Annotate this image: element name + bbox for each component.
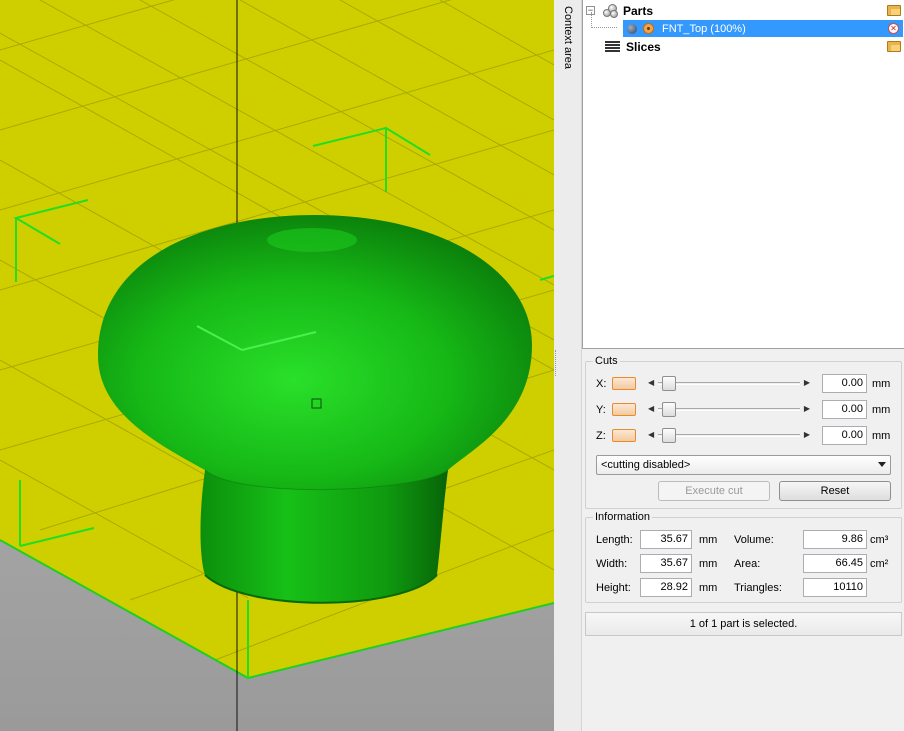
chevron-down-icon — [878, 462, 886, 467]
width-unit: mm — [699, 558, 718, 570]
slider-thumb[interactable] — [662, 428, 676, 443]
volume-unit: cm³ — [870, 534, 889, 546]
slider-thumb[interactable] — [662, 376, 676, 391]
length-unit: mm — [699, 534, 718, 546]
triangles-label: Triangles: — [734, 582, 782, 594]
open-folder-icon[interactable] — [887, 41, 901, 52]
slider-right-arrow-icon[interactable]: ▶ — [804, 430, 810, 439]
cut-z-value-field[interactable]: 0.00 — [822, 426, 867, 445]
slider-left-arrow-icon[interactable]: ◀ — [648, 378, 654, 387]
cut-z-unit: mm — [872, 430, 891, 442]
tree-connector — [591, 12, 592, 26]
tree-item-parts[interactable]: − Parts — [586, 2, 904, 19]
cut-y-toggle[interactable] — [612, 403, 636, 416]
cut-y-unit: mm — [872, 404, 891, 416]
length-field: 35.67 — [640, 530, 692, 549]
cut-x-label: X: — [596, 378, 607, 390]
cut-y-value-field[interactable]: 0.00 — [822, 400, 867, 419]
volume-label: Volume: — [734, 534, 774, 546]
width-field: 35.67 — [640, 554, 692, 573]
length-label: Length: — [596, 534, 633, 546]
resize-grip-icon[interactable] — [555, 350, 558, 376]
slider-right-arrow-icon[interactable]: ▶ — [804, 378, 810, 387]
width-label: Width: — [596, 558, 628, 570]
volume-field: 9.86 — [803, 530, 867, 549]
cut-z-slider[interactable]: ◀ ▶ — [646, 428, 812, 443]
tree-connector — [591, 27, 617, 28]
cut-mode-selected: <cutting disabled> — [601, 459, 691, 471]
height-unit: mm — [699, 582, 718, 594]
tree-item-parts-label: Parts — [623, 3, 654, 18]
height-label: Height: — [596, 582, 631, 594]
cut-x-slider[interactable]: ◀ ▶ — [646, 376, 812, 391]
reset-button[interactable]: Reset — [779, 481, 891, 501]
area-unit: cm² — [870, 558, 889, 570]
side-panel: Context area − Parts FNT_Top (100%) ✕ Sl… — [554, 0, 904, 731]
cut-z-label: Z: — [596, 430, 606, 442]
slider-thumb[interactable] — [662, 402, 676, 417]
cut-y-label: Y: — [596, 404, 606, 416]
slider-right-arrow-icon[interactable]: ▶ — [804, 404, 810, 413]
cut-y-slider[interactable]: ◀ ▶ — [646, 402, 812, 417]
close-icon[interactable]: ✕ — [888, 23, 899, 34]
slider-left-arrow-icon[interactable]: ◀ — [648, 430, 654, 439]
slices-icon — [605, 40, 620, 53]
cut-x-toggle[interactable] — [612, 377, 636, 390]
cut-x-unit: mm — [872, 378, 891, 390]
tree-item-slices-label: Slices — [626, 39, 661, 54]
tree-item-slices[interactable]: Slices — [605, 38, 904, 55]
area-label: Area: — [734, 558, 761, 570]
triangles-field: 10110 — [803, 578, 867, 597]
context-area-label: Context area — [562, 6, 574, 69]
selection-status: 1 of 1 part is selected. — [585, 612, 902, 636]
cut-mode-select[interactable]: <cutting disabled> — [596, 455, 891, 475]
visibility-icon[interactable] — [643, 23, 654, 34]
part-sphere-icon — [627, 23, 637, 34]
3d-viewport[interactable] — [0, 0, 554, 731]
parts-cluster-icon — [601, 3, 619, 18]
cut-x-value-field[interactable]: 0.00 — [822, 374, 867, 393]
cut-z-toggle[interactable] — [612, 429, 636, 442]
cuts-title: Cuts — [593, 355, 620, 367]
execute-cut-button[interactable]: Execute cut — [658, 481, 770, 501]
open-folder-icon[interactable] — [887, 5, 901, 16]
tree-item-part-fnt-top[interactable]: FNT_Top (100%) ✕ — [623, 20, 903, 37]
height-field: 28.92 — [640, 578, 692, 597]
parts-tree[interactable]: − Parts FNT_Top (100%) ✕ Slices — [582, 0, 904, 349]
information-title: Information — [593, 511, 653, 523]
slider-left-arrow-icon[interactable]: ◀ — [648, 404, 654, 413]
area-field: 66.45 — [803, 554, 867, 573]
context-area-strip[interactable]: Context area — [554, 0, 582, 731]
tree-item-part-label: FNT_Top (100%) — [662, 22, 746, 35]
viewport-canvas[interactable] — [0, 0, 554, 731]
